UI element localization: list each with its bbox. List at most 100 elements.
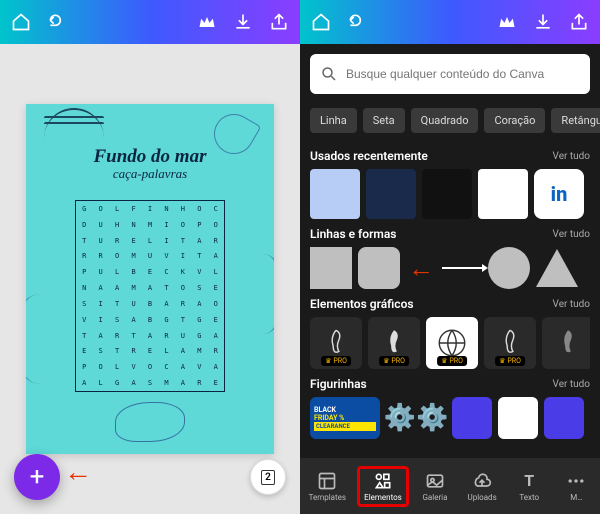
pro-badge: ♛ PRO — [321, 356, 351, 366]
shape-square[interactable] — [310, 247, 352, 289]
back-icon[interactable] — [346, 11, 368, 33]
graphic-shell[interactable]: ♛ PRO — [426, 317, 478, 369]
grid-cell: R — [175, 296, 191, 312]
share-icon[interactable] — [268, 11, 290, 33]
sticker-item[interactable] — [544, 397, 584, 439]
section-shapes: Linhas e formas Ver tudo ← — [300, 223, 600, 289]
recent-thumb[interactable] — [310, 169, 360, 219]
download-icon[interactable] — [232, 11, 254, 33]
grid-cell: U — [175, 328, 191, 344]
sticker-item[interactable] — [498, 397, 538, 439]
grid-cell: A — [125, 312, 141, 328]
graphic-seahorse[interactable]: ♛ PRO — [310, 317, 362, 369]
nav-templates[interactable]: Templates — [303, 467, 352, 506]
grid-cell: O — [208, 296, 224, 312]
filter-chip[interactable]: Quadrado — [411, 108, 479, 133]
share-icon[interactable] — [568, 11, 590, 33]
filter-chip[interactable]: Retângulo — [551, 108, 600, 133]
grid-cell: I — [158, 233, 174, 249]
shape-arrow-line[interactable] — [442, 267, 482, 269]
canvas-page[interactable]: Fundo do mar caça-palavras GOLFINHOCDUHN… — [26, 104, 274, 454]
elements-icon — [373, 471, 393, 491]
see-all-link[interactable]: Ver tudo — [553, 151, 590, 162]
add-button[interactable]: + — [14, 454, 60, 500]
title-line2: caça-palavras — [26, 166, 274, 182]
download-icon[interactable] — [532, 11, 554, 33]
see-all-link[interactable]: Ver tudo — [553, 379, 590, 390]
grid-cell: E — [208, 375, 224, 391]
nav-uploads[interactable]: Uploads — [461, 467, 503, 506]
see-all-link[interactable]: Ver tudo — [553, 299, 590, 310]
back-icon[interactable] — [46, 11, 68, 33]
grid-cell: I — [158, 217, 174, 233]
grid-cell: R — [109, 328, 125, 344]
nav-label: Uploads — [468, 493, 497, 502]
grid-cell: M — [191, 343, 207, 359]
section-graphics: Elementos gráficos Ver tudo ♛ PRO ♛ PRO … — [300, 293, 600, 369]
canvas-area[interactable]: Fundo do mar caça-palavras GOLFINHOCDUHN… — [0, 44, 300, 514]
grid-cell: V — [125, 359, 141, 375]
recent-thumb[interactable] — [366, 169, 416, 219]
grid-cell: P — [76, 359, 92, 375]
grid-cell: A — [208, 328, 224, 344]
see-all-link[interactable]: Ver tudo — [553, 229, 590, 240]
nav-elementos[interactable]: Elementos — [357, 466, 409, 507]
grid-cell: M — [125, 280, 141, 296]
graphic-seahorse[interactable]: ♛ PRO — [484, 317, 536, 369]
grid-cell: L — [92, 375, 108, 391]
nav-label: Texto — [519, 493, 539, 502]
graphic-seahorse[interactable] — [542, 317, 590, 369]
grid-cell: I — [92, 312, 108, 328]
section-recent: Usados recentemente Ver tudo in — [300, 145, 600, 219]
shape-rounded-square[interactable] — [358, 247, 400, 289]
grid-cell: A — [142, 280, 158, 296]
grid-cell: O — [142, 359, 158, 375]
filter-chip[interactable]: Linha — [310, 108, 357, 133]
grid-cell: C — [208, 201, 224, 217]
coral-decoration — [248, 254, 274, 334]
grid-cell: C — [158, 264, 174, 280]
home-icon[interactable] — [10, 11, 32, 33]
bottom-controls: + 2 — [14, 454, 286, 500]
search-box[interactable] — [310, 54, 590, 94]
filter-chip[interactable]: Coração — [484, 108, 545, 133]
home-icon[interactable] — [310, 11, 332, 33]
grid-cell: A — [175, 359, 191, 375]
grid-cell: L — [109, 359, 125, 375]
grid-cell: V — [158, 248, 174, 264]
text-icon: T — [519, 471, 539, 491]
sticker-item[interactable] — [452, 397, 492, 439]
recent-thumb-linkedin[interactable]: in — [534, 169, 584, 219]
grid-cell: B — [142, 296, 158, 312]
recent-thumb[interactable] — [422, 169, 472, 219]
grid-cell: C — [158, 359, 174, 375]
recent-thumb[interactable] — [478, 169, 528, 219]
graphic-seahorse[interactable]: ♛ PRO — [368, 317, 420, 369]
nav-more[interactable]: M… — [555, 467, 597, 506]
search-input[interactable] — [346, 67, 580, 81]
grid-cell: L — [109, 201, 125, 217]
sticker-gears[interactable]: ⚙️⚙️ — [386, 397, 446, 439]
grid-cell: A — [208, 248, 224, 264]
grid-cell: G — [191, 328, 207, 344]
uploads-icon — [472, 471, 492, 491]
grid-cell: D — [76, 217, 92, 233]
top-bar — [300, 0, 600, 44]
nav-galeria[interactable]: Galeria — [414, 467, 456, 506]
grid-cell: M — [125, 248, 141, 264]
shape-triangle[interactable] — [536, 249, 578, 287]
sticker-black-friday[interactable]: BLACK FRIDAY % CLEARANCE — [310, 397, 380, 439]
filter-chip[interactable]: Seta — [363, 108, 405, 133]
grid-cell: E — [142, 264, 158, 280]
shape-circle[interactable] — [488, 247, 530, 289]
grid-cell: E — [142, 343, 158, 359]
crown-icon[interactable] — [496, 11, 518, 33]
grid-cell: A — [142, 328, 158, 344]
grid-cell: V — [76, 312, 92, 328]
page-counter[interactable]: 2 — [250, 459, 286, 495]
crown-icon[interactable] — [196, 11, 218, 33]
grid-cell: A — [92, 280, 108, 296]
grid-cell: B — [125, 264, 141, 280]
grid-cell: T — [175, 312, 191, 328]
nav-texto[interactable]: T Texto — [508, 467, 550, 506]
